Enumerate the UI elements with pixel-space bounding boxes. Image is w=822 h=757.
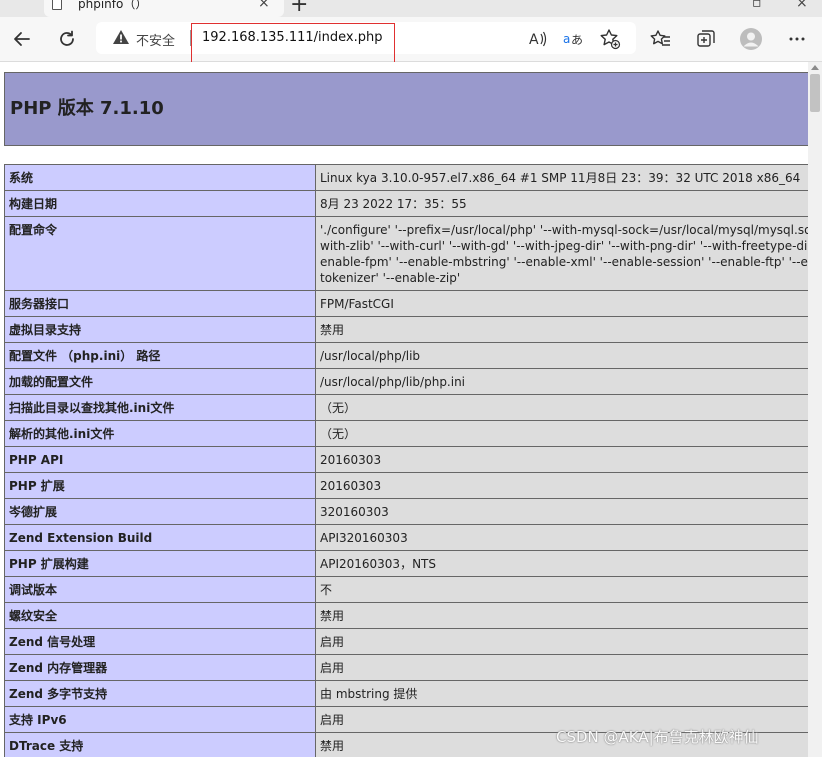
table-row: 系统 Linux kya 3.10.0-957.el7.x86_64 #1 SMP… — [4, 164, 808, 191]
window-close-icon[interactable]: × — [796, 0, 808, 10]
value-line: enable-fpm' '--enable-mbstring' '--enabl… — [320, 255, 808, 269]
table-row: 构建日期 8月 23 2022 17：35：55 — [4, 190, 808, 217]
scroll-up-arrow-icon[interactable] — [811, 65, 819, 70]
add-favorite-icon[interactable] — [598, 27, 622, 51]
favorites-icon[interactable] — [649, 27, 673, 51]
svg-text:A: A — [529, 32, 539, 48]
row-key: 螺纹安全 — [4, 602, 316, 629]
row-value: FPM/FastCGI — [315, 290, 808, 317]
table-row: 配置命令 './configure' '--prefix=/usr/local/p… — [4, 216, 808, 291]
profile-avatar-icon[interactable] — [739, 27, 763, 51]
value-line: './configure' '--prefix=/usr/local/php' … — [320, 223, 808, 237]
phpinfo-table: 系统 Linux kya 3.10.0-957.el7.x86_64 #1 SMP… — [4, 164, 808, 757]
row-key: 配置命令 — [4, 216, 316, 291]
row-key: Zend Extension Build — [4, 524, 316, 551]
row-value: API320160303 — [315, 524, 808, 551]
row-key: 加载的配置文件 — [4, 368, 316, 395]
row-key: PHP 扩展 — [4, 472, 316, 499]
table-row: PHP 扩展构建 API20160303，NTS — [4, 550, 808, 577]
table-row: 扫描此目录以查找其他.ini文件 （无） — [4, 394, 808, 421]
read-aloud-icon[interactable]: A — [526, 27, 550, 51]
row-key: Zend 内存管理器 — [4, 654, 316, 681]
row-value: （无） — [315, 420, 808, 447]
row-value: 320160303 — [315, 498, 808, 525]
row-value: 20160303 — [315, 472, 808, 499]
reload-icon[interactable] — [55, 27, 79, 51]
window-minimize-icon[interactable]: ▫ — [752, 0, 762, 10]
table-row: 解析的其他.ini文件 （无） — [4, 420, 808, 447]
browser-toolbar: 不安全 192.168.135.111/index.php A aあ — [0, 17, 822, 62]
more-menu-icon[interactable] — [785, 27, 809, 51]
row-key: 调试版本 — [4, 576, 316, 603]
scrollbar-thumb[interactable] — [810, 74, 820, 112]
row-key: DTrace 支持 — [4, 732, 316, 757]
table-row: 螺纹安全 禁用 — [4, 602, 808, 629]
row-value: （无） — [315, 394, 808, 421]
watermark: CSDN @AKA|布鲁克林欧神仙 — [556, 728, 759, 746]
row-value: 禁用 — [315, 316, 808, 343]
page-favicon-icon — [52, 0, 62, 10]
table-row: Zend Extension Build API320160303 — [4, 524, 808, 551]
row-key: 岑德扩展 — [4, 498, 316, 525]
row-key: 扫描此目录以查找其他.ini文件 — [4, 394, 316, 421]
table-row: PHP 扩展 20160303 — [4, 472, 808, 499]
row-key: 支持 IPv6 — [4, 706, 316, 733]
row-value: API20160303，NTS — [315, 550, 808, 577]
table-row: 配置文件 （php.ini） 路径/usr/local/php/lib — [4, 342, 808, 369]
table-row: 调试版本不 — [4, 576, 808, 603]
table-row: 岑德扩展 320160303 — [4, 498, 808, 525]
value-line: tokenizer' '--enable-zip' — [320, 271, 461, 285]
row-value: './configure' '--prefix=/usr/local/php' … — [315, 216, 808, 291]
row-key: 虚拟目录支持 — [4, 316, 316, 343]
row-key: 配置文件 （php.ini） 路径 — [4, 342, 316, 369]
new-tab-button[interactable]: + — [290, 0, 308, 16]
row-key: 系统 — [4, 164, 316, 191]
back-arrow-icon[interactable] — [10, 27, 34, 51]
row-value: 禁用 — [315, 602, 808, 629]
table-row: Zend 多字节支持由 mbstring 提供 — [4, 680, 808, 707]
tab-title: phpinfo（） — [78, 0, 148, 11]
svg-text:あ: あ — [571, 33, 583, 47]
table-row: Zend 信号处理 启用 — [4, 628, 808, 655]
row-key: 解析的其他.ini文件 — [4, 420, 316, 447]
row-value: 启用 — [315, 628, 808, 655]
row-value: /usr/local/php/lib/php.ini — [315, 368, 808, 395]
page-viewport: PHP 版本 7.1.10 系统 Linux kya 3.10.0-957.el7… — [0, 62, 808, 757]
tab-strip: phpinfo（） × + ▫ × — [0, 0, 822, 17]
table-row: PHP API 20160303 — [4, 446, 808, 473]
row-key: Zend 信号处理 — [4, 628, 316, 655]
row-value: /usr/local/php/lib — [315, 342, 808, 369]
row-value: Linux kya 3.10.0-957.el7.x86_64 #1 SMP 1… — [315, 164, 808, 191]
tab-close-icon[interactable]: × — [258, 0, 270, 11]
row-key: 服务器接口 — [4, 290, 316, 317]
row-value: 不 — [315, 576, 808, 603]
value-line: with-zlib' '--with-curl' '--with-gd' '--… — [320, 239, 808, 253]
translate-icon[interactable]: aあ — [562, 27, 586, 51]
table-row: Zend 内存管理器 启用 — [4, 654, 808, 681]
vertical-scrollbar[interactable] — [808, 62, 822, 757]
row-value: 由 mbstring 提供 — [315, 680, 808, 707]
row-key: PHP 扩展构建 — [4, 550, 316, 577]
page-title: PHP 版本 7.1.10 — [10, 98, 164, 119]
row-key: Zend 多字节支持 — [4, 680, 316, 707]
table-row: 虚拟目录支持 禁用 — [4, 316, 808, 343]
collections-icon[interactable] — [694, 27, 718, 51]
row-key: PHP API — [4, 446, 316, 473]
security-label[interactable]: 不安全 — [136, 30, 175, 49]
tab-phpinfo[interactable]: phpinfo（） × — [44, 0, 284, 17]
row-key: 构建日期 — [4, 190, 316, 217]
svg-text:a: a — [563, 32, 570, 46]
row-value: 20160303 — [315, 446, 808, 473]
row-value: 8月 23 2022 17：35：55 — [315, 190, 808, 217]
phpinfo-page: PHP 版本 7.1.10 系统 Linux kya 3.10.0-957.el7… — [4, 72, 808, 757]
table-row: 加载的配置文件/usr/local/php/lib/php.ini — [4, 368, 808, 395]
warning-triangle-icon[interactable] — [112, 29, 130, 49]
table-row: 服务器接口 FPM/FastCGI — [4, 290, 808, 317]
row-value: 启用 — [315, 654, 808, 681]
php-version-header: PHP 版本 7.1.10 — [4, 72, 808, 146]
